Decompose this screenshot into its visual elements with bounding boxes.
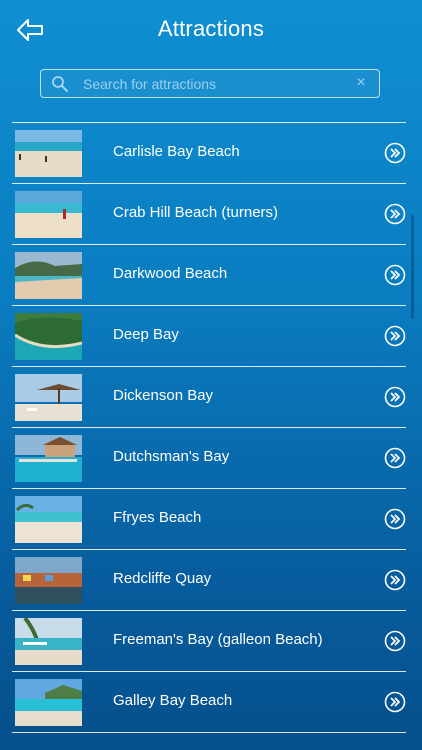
thumbnail-image: [15, 618, 82, 665]
divider: [12, 732, 406, 733]
list-item[interactable]: Darkwood Beach: [0, 245, 422, 305]
attraction-name: Crab Hill Beach (turners): [113, 204, 279, 221]
header: Attractions: [0, 0, 422, 60]
chevron-right-circle-icon[interactable]: [384, 142, 406, 164]
list-item[interactable]: Deep Bay: [0, 306, 422, 366]
page-title: Attractions: [157, 16, 265, 41]
attraction-name: Redcliffe Quay: [113, 570, 212, 587]
scrollbar[interactable]: [411, 215, 414, 319]
thumbnail-image: [15, 130, 82, 177]
thumbnail-image: [15, 435, 82, 482]
thumbnail-image: [15, 313, 82, 360]
thumbnail-image: [15, 557, 82, 604]
chevron-right-circle-icon[interactable]: [384, 447, 406, 469]
chevron-right-circle-icon[interactable]: [384, 264, 406, 286]
list-item[interactable]: Dickenson Bay: [0, 367, 422, 427]
attraction-name: Darkwood Beach: [113, 265, 228, 282]
list-item[interactable]: Freeman's Bay (galleon Beach): [0, 611, 422, 671]
thumbnail-image: [15, 496, 82, 543]
chevron-right-circle-icon[interactable]: [384, 691, 406, 713]
attraction-name: Galley Bay Beach: [113, 692, 233, 709]
chevron-right-circle-icon[interactable]: [384, 325, 406, 347]
list-item[interactable]: Dutchsman's Bay: [0, 428, 422, 488]
list-item[interactable]: Carlisle Bay Beach: [0, 123, 422, 183]
search-bar[interactable]: ×: [40, 69, 380, 98]
attraction-name: Dutchsman's Bay: [113, 448, 230, 465]
chevron-right-circle-icon[interactable]: [384, 569, 406, 591]
search-icon: [52, 76, 68, 92]
chevron-right-circle-icon[interactable]: [384, 508, 406, 530]
thumbnail-image: [15, 679, 82, 726]
chevron-right-circle-icon[interactable]: [384, 203, 406, 225]
list-item[interactable]: Redcliffe Quay: [0, 550, 422, 610]
attractions-list: Carlisle Bay Beach Crab Hill Beach (turn…: [0, 122, 422, 733]
attraction-name: Freeman's Bay (galleon Beach): [113, 631, 323, 648]
attraction-name: Dickenson Bay: [113, 387, 214, 404]
attraction-name: Ffryes Beach: [113, 509, 202, 526]
chevron-right-circle-icon[interactable]: [384, 386, 406, 408]
search-input[interactable]: [81, 70, 355, 98]
list-item[interactable]: Ffryes Beach: [0, 489, 422, 549]
thumbnail-image: [15, 191, 82, 238]
list-item[interactable]: Galley Bay Beach: [0, 672, 422, 732]
clear-icon[interactable]: ×: [353, 74, 369, 92]
thumbnail-image: [15, 374, 82, 421]
list-item[interactable]: Crab Hill Beach (turners): [0, 184, 422, 244]
attraction-name: Carlisle Bay Beach: [113, 143, 240, 160]
attraction-name: Deep Bay: [113, 326, 179, 343]
thumbnail-image: [15, 252, 82, 299]
chevron-right-circle-icon[interactable]: [384, 630, 406, 652]
